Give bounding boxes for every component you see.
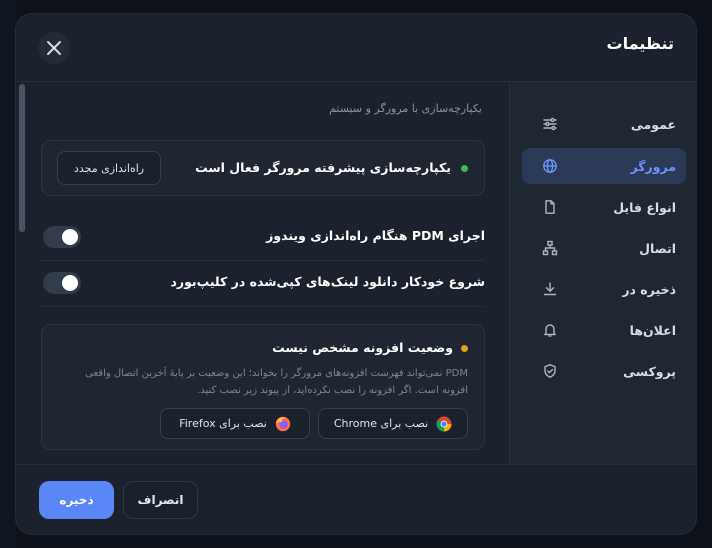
row-divider [41, 306, 485, 307]
close-button[interactable] [38, 32, 70, 64]
network-icon [542, 240, 558, 256]
integration-status-text: یکپارچه‌سازی پیشرفته مرورگر فعال است [195, 160, 451, 175]
toggle-knob [62, 275, 78, 291]
section-title: یکپارچه‌سازی با مرورگر و سیستم [329, 102, 482, 115]
sidebar-item-label: اعلان‌ها [629, 322, 676, 338]
integration-status-card: یکپارچه‌سازی پیشرفته مرورگر فعال است راه… [41, 140, 485, 196]
install-firefox-label: نصب برای Firefox [179, 417, 267, 430]
sidebar-item-file-types[interactable]: انواع فایل [522, 189, 686, 225]
sidebar-item-label: پروکسی [623, 363, 676, 379]
sidebar-item-connection[interactable]: اتصال [522, 230, 686, 266]
sidebar-item-label: عمومی [630, 116, 676, 132]
cancel-button[interactable]: انصراف [123, 481, 198, 519]
sidebar-item-label: ذخیره در [622, 281, 676, 297]
toggle-row-windows-startup: اجرای PDM هنگام راه‌اندازی ویندوز [41, 214, 485, 260]
install-chrome-label: نصب برای Chrome [333, 417, 429, 430]
sliders-icon [542, 116, 558, 132]
download-icon [542, 281, 558, 297]
sidebar-item-label: مرورگر [630, 158, 676, 174]
windows-startup-toggle[interactable] [43, 226, 81, 248]
save-button[interactable]: ذخیره [39, 481, 114, 519]
firefox-icon [275, 416, 291, 432]
toggle-label: اجرای PDM هنگام راه‌اندازی ویندوز [266, 228, 485, 243]
extension-status-description: PDM نمی‌تواند فهرست افزونه‌های مرورگر را… [85, 368, 468, 396]
settings-content: یکپارچه‌سازی با مرورگر و سیستم یکپارچه‌س… [16, 82, 509, 464]
sidebar-item-label: اتصال [639, 240, 676, 256]
toggle-knob [62, 229, 78, 245]
install-firefox-button[interactable]: نصب برای Firefox [160, 408, 310, 439]
bell-icon [542, 322, 558, 338]
sidebar-item-browser[interactable]: مرورگر [522, 148, 686, 184]
extension-status-title: وضعیت افزونه مشخص نیست [272, 340, 453, 355]
background-strip [0, 0, 16, 548]
toggle-row-clipboard: شروع خودکار دانلود لینک‌های کپی‌شده در ک… [41, 260, 485, 306]
clipboard-monitor-toggle[interactable] [43, 272, 81, 294]
install-chrome-button[interactable]: نصب برای Chrome [318, 408, 468, 439]
restart-button-label: راه‌اندازی مجدد [73, 161, 145, 175]
dialog-footer: ذخیره انصراف [16, 464, 696, 534]
sidebar-item-notifications[interactable]: اعلان‌ها [522, 312, 686, 348]
extension-status-card: وضعیت افزونه مشخص نیست PDM نمی‌تواند فهر… [41, 324, 485, 450]
dialog-header: تنظیمات [16, 14, 696, 82]
status-dot-active [461, 165, 468, 172]
settings-dialog: تنظیمات عمومی مرورگر انواع فایل اتصال ذخ… [16, 14, 696, 534]
chrome-icon [436, 416, 452, 432]
scrollbar-thumb[interactable] [19, 84, 25, 232]
status-dot-warning [461, 345, 468, 352]
sidebar-item-general[interactable]: عمومی [522, 106, 686, 142]
restart-button[interactable]: راه‌اندازی مجدد [57, 151, 161, 185]
dialog-title: تنظیمات [606, 34, 674, 53]
toggle-label: شروع خودکار دانلود لینک‌های کپی‌شده در ک… [170, 274, 485, 289]
close-icon [45, 39, 63, 57]
sidebar-item-label: انواع فایل [613, 199, 676, 215]
file-icon [542, 199, 558, 215]
settings-sidebar: عمومی مرورگر انواع فایل اتصال ذخیره در ا… [509, 82, 696, 464]
shield-icon [542, 363, 558, 379]
globe-icon [542, 158, 558, 174]
sidebar-item-proxy[interactable]: پروکسی [522, 353, 686, 389]
sidebar-item-save-to[interactable]: ذخیره در [522, 271, 686, 307]
